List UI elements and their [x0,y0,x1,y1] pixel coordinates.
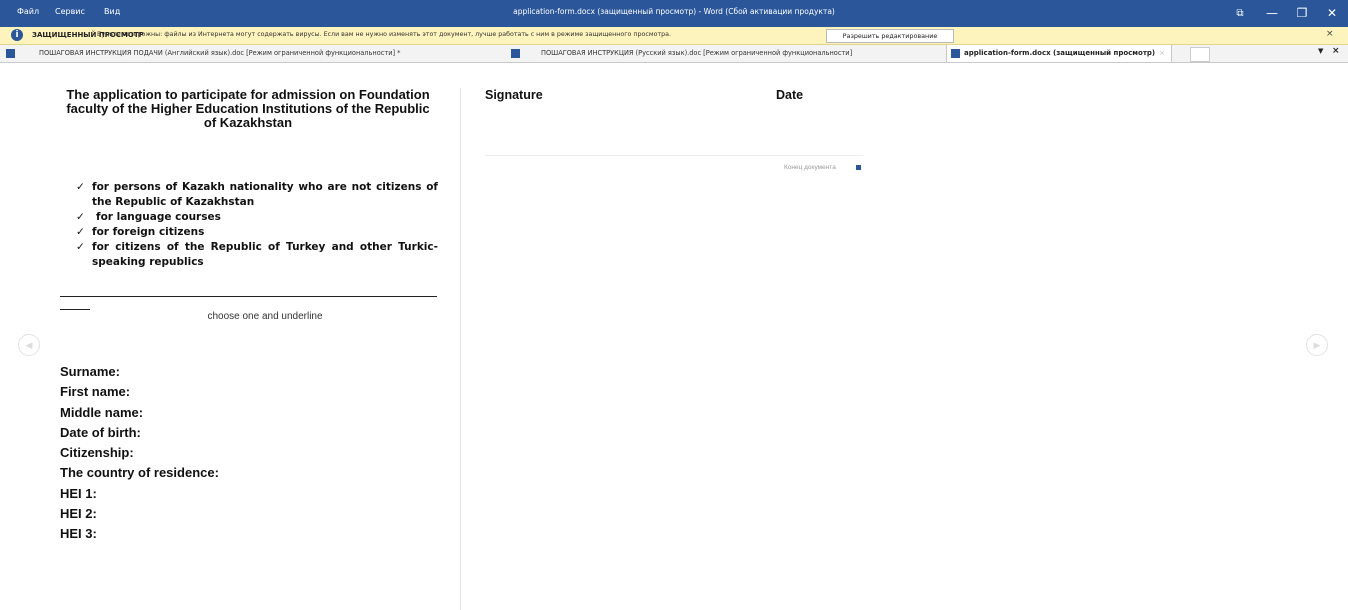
page-column-divider [460,88,461,610]
tab-russian-instruction[interactable]: ПОШАГОВАЯ ИНСТРУКЦИЯ (Русский язык).doc … [511,45,852,62]
restore-layout-button[interactable]: ⧉ [1225,0,1255,27]
option-checklist: ✓ for persons of Kazakh nationality who a… [76,180,438,270]
list-item: ✓ for citizens of the Republic of Turkey … [76,241,438,268]
minimize-button[interactable]: — [1257,0,1287,27]
end-of-document-label: Конец документа [784,164,836,171]
field-hei-2: HEI 2: [60,506,97,522]
signature-label: Signature [485,88,543,102]
new-tab-area[interactable] [1190,47,1210,62]
list-item: ✓ for language courses [76,211,221,223]
tab-label: ПОШАГОВАЯ ИНСТРУКЦИЯ (Русский язык).doc … [541,49,853,57]
field-citizenship: Citizenship: [60,445,134,461]
date-label: Date [776,88,804,102]
field-country-of-residence: The country of residence: [60,465,219,481]
field-middle-name: Middle name: [60,404,144,420]
checkmark-icon: ✓ [76,226,85,238]
applicant-fields: Surname: First name: Middle name: Date o… [60,362,219,545]
document-title: The application to participate for admis… [66,87,430,130]
field-date-of-birth: Date of birth: [60,424,141,440]
signature-line [485,155,863,156]
choose-note: choose one and underline [207,311,323,322]
checkmark-icon: ✓ [76,241,85,253]
next-page-icon[interactable]: ▶ [1306,334,1328,356]
shield-info-icon: i [11,29,23,41]
document-tabs: ПОШАГОВАЯ ИНСТРУКЦИЯ ПОДАЧИ (Английский … [0,45,1348,63]
close-document-icon[interactable]: × [1332,46,1340,56]
word-doc-icon [951,48,960,58]
tab-list-dropdown-icon[interactable]: ▼ [1318,47,1323,55]
enable-editing-button[interactable]: Разрешить редактирование [826,29,954,43]
checkmark-icon: ✓ [76,181,85,193]
tab-application-form[interactable]: application-form.docx (защищенный просмо… [946,45,1172,62]
list-item: ✓ for persons of Kazakh nationality who a… [76,181,438,208]
word-doc-icon [511,48,520,58]
list-item: ✓ for foreign citizens [76,226,205,238]
word-doc-icon [6,48,15,58]
window-title: application-form.docx (защищенный просмо… [513,7,835,16]
tab-english-instruction[interactable]: ПОШАГОВАЯ ИНСТРУКЦИЯ ПОДАЧИ (Английский … [6,45,400,62]
checkmark-icon: ✓ [76,211,85,223]
close-window-button[interactable]: ✕ [1317,0,1347,27]
field-first-name: First name: [60,384,131,400]
end-of-document-marker [856,165,861,170]
underline-rule-short [60,309,90,310]
field-hei-3: HEI 3: [60,526,97,542]
title-bar: Файл Сервис Вид application-form.docx (з… [0,0,1348,27]
maximize-button[interactable]: ❐ [1287,0,1317,27]
protected-view-message: Будьте осторожны: файлы из Интернета мог… [97,31,671,38]
tab-label: ПОШАГОВАЯ ИНСТРУКЦИЯ ПОДАЧИ (Английский … [39,49,401,57]
previous-page-icon[interactable]: ◀ [18,334,40,356]
close-protected-bar-icon[interactable]: × [1326,29,1334,39]
close-tab-icon[interactable]: × [1159,49,1165,57]
field-hei-1: HEI 1: [60,485,97,501]
underline-rule [60,296,437,297]
field-surname: Surname: [60,364,120,379]
tab-label: application-form.docx (защищенный просмо… [964,49,1156,57]
protected-view-bar: i ЗАЩИЩЕННЫЙ ПРОСМОТР Будьте осторожны: … [0,27,1348,45]
